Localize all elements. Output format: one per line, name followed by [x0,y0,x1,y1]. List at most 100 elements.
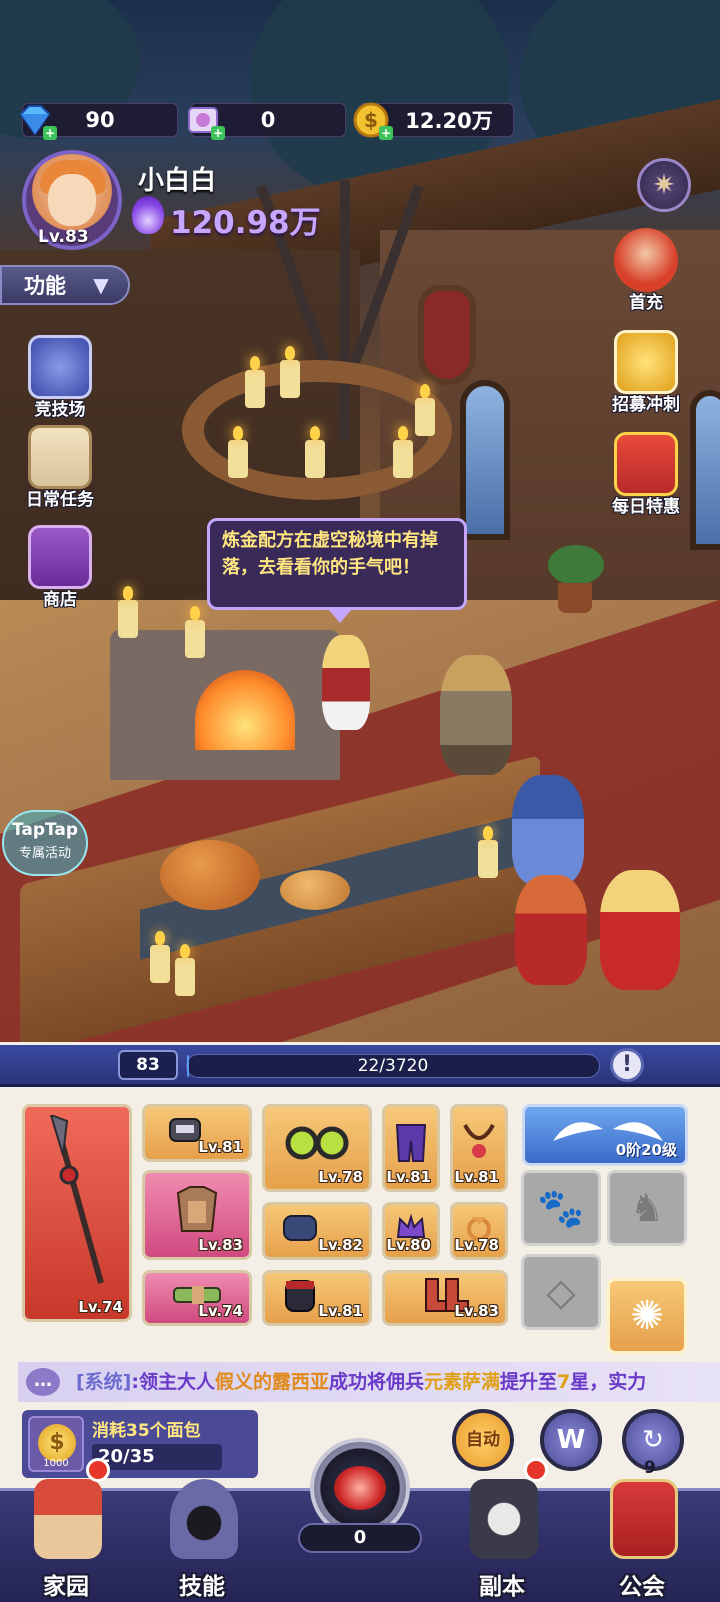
avatar-face [48,174,96,226]
trophy-icon [614,330,678,394]
pet-slot-locked[interactable]: 🐾 [521,1170,601,1246]
red-hero[interactable] [515,875,587,985]
gold-counter[interactable]: $ + 12.20万 [353,102,514,140]
nav-dungeon[interactable]: 副本 [442,1479,562,1602]
arena-shield-icon [28,335,92,399]
bread-plate [280,870,350,910]
red-knight-hero[interactable] [600,870,680,990]
auto-button[interactable]: 自动 [452,1409,514,1471]
svg-text:$: $ [364,108,378,132]
nav-skills-label: 技能 [179,1574,225,1600]
npc-dialog-bubble[interactable]: 炼金配方在虚空秘境中有掉落，去看看你的手气吧！ [207,518,467,623]
dungeon-notification-dot [524,1458,548,1482]
ticker-hero: 元素萨满 [424,1371,501,1393]
candle [118,586,138,638]
daily-deal-button[interactable]: 每日特惠 [598,432,688,522]
ticker-player: 假义的露西亚 [214,1371,329,1393]
shop-label: 商店 [43,590,77,610]
relic-slot[interactable]: ✺ [607,1278,687,1354]
add-gold-icon[interactable]: + [379,126,393,140]
blue-hero[interactable] [512,775,584,885]
xp-progress-track: 22/3720 [186,1054,600,1078]
equipment-slot[interactable]: Lv.74 [142,1270,252,1326]
red-hair-hero-icon [614,228,678,292]
sun-relic-icon: ✺ [630,1293,664,1339]
equipment-slot[interactable]: Lv.81 [382,1104,440,1192]
coin-amount: 1000 [43,1458,69,1469]
chat-bubble-icon[interactable]: … [26,1368,60,1396]
nav-skills[interactable]: 技能 [142,1479,262,1602]
quest-scroll-icon [28,425,92,489]
add-diamond-icon[interactable]: + [43,126,57,140]
skull-helmet-icon [470,1479,538,1559]
slot-level: Lv.80 [386,1236,431,1254]
armor-icon [176,1185,218,1232]
xp-progress-text: 22/3720 [357,1056,429,1076]
shop-button[interactable]: 商店 [12,525,102,615]
system-broadcast-ticker: … [系统]:领主大人假义的露西亚成功将佣兵元素萨满提升至7星，实力 [18,1362,720,1402]
equipment-slot[interactable]: Lv.83 [142,1170,252,1260]
info-icon[interactable]: ! [610,1048,644,1082]
equipment-slot[interactable]: Lv.80 [382,1202,440,1260]
potted-plant [548,545,604,615]
taptap-event-button[interactable]: TapTap 专属活动 [2,810,88,876]
cost-label: 消耗35个面包 [92,1421,201,1441]
player-power: 120.98万 [170,205,321,241]
coin-symbol: $ [38,1424,76,1462]
bread-progress: 20/35 [92,1444,222,1470]
candle [415,384,435,436]
maid-npc[interactable] [322,635,370,730]
slot-level: Lv.78 [454,1236,499,1254]
ticker-prefix: [系统] [76,1371,132,1393]
wall-shield [418,285,476,385]
candle [478,826,498,878]
equipment-slot[interactable]: Lv.81 [450,1104,508,1192]
compass-settings-button[interactable]: ✷ [637,158,691,212]
candle [305,426,325,478]
recruit-sprint-button[interactable]: 招募冲刺 [598,330,688,420]
home-house-icon [34,1479,102,1559]
equipment-slot[interactable]: Lv.81 [262,1270,372,1326]
nav-home[interactable]: 家园 [6,1479,126,1602]
gold-amount: 12.20万 [405,109,493,133]
bread-cost-box: $ 1000 消耗35个面包 20/35 [22,1410,258,1478]
ticker-text: 星，实力 [570,1371,647,1393]
candle [245,356,265,408]
equipment-slot[interactable]: Lv.83 [382,1270,508,1326]
candle [185,606,205,658]
slot-level: Lv.81 [318,1302,363,1320]
nav-guild-label: 公会 [619,1574,665,1600]
add-scroll-icon[interactable]: + [211,126,225,140]
slot-level: Lv.78 [318,1168,363,1186]
hood-icon [170,1479,238,1559]
equipment-slot[interactable]: Lv.81 [142,1104,252,1162]
scroll-counter[interactable]: + 0 [188,103,346,140]
cycle-icon: ↻ [642,1425,664,1455]
roast-turkey [160,840,260,910]
goggles-icon [285,1126,349,1160]
gem-icon: ◇ [546,1270,576,1314]
w-skill-button[interactable]: W [540,1409,602,1471]
nav-guild[interactable]: 公会 [582,1479,702,1602]
arched-window [690,390,720,550]
function-menu-button[interactable]: 功能 ▼ [0,265,130,305]
bread-amount: 0 [353,1527,367,1548]
equipment-slot[interactable]: Lv.82 [262,1202,372,1260]
equipment-slot[interactable]: Lv.78 [262,1104,372,1192]
mount-slot-locked[interactable]: ♞ [607,1170,687,1246]
arena-button[interactable]: 竞技场 [12,335,102,425]
wings-level: 0阶20级 [615,1141,677,1159]
equipment-slot[interactable]: Lv.78 [450,1202,508,1260]
hooded-hero[interactable] [440,655,512,775]
diamond-counter[interactable]: + 90 [19,103,178,140]
weapon-slot[interactable]: Lv.74 [22,1104,132,1322]
first-recharge-button[interactable]: 首充 [598,228,688,318]
home-notification-dot [86,1458,110,1482]
daily-quest-button[interactable]: 日常任务 [12,425,102,515]
wings-slot[interactable]: 0阶20级 [522,1104,688,1166]
gem-slot-locked[interactable]: ◇ [521,1254,601,1330]
red-eye-icon [334,1466,386,1510]
cycle-count: 9 [644,1458,656,1478]
paw-icon: 🐾 [537,1186,585,1230]
candle [150,931,170,983]
